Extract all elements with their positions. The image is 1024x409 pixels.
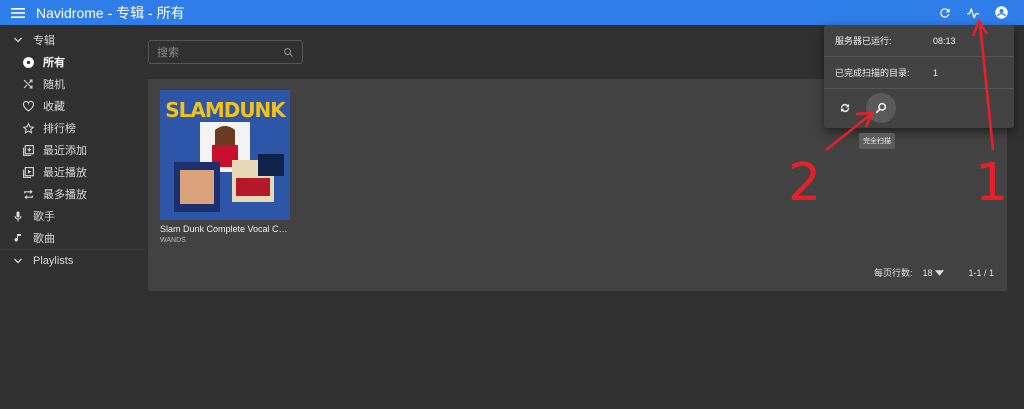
sidebar-section-label: 专辑 <box>33 35 55 47</box>
microphone-icon <box>10 208 26 224</box>
rows-per-page-select[interactable]: 18 <box>922 267 945 278</box>
rows-per-page-label: 每页行数: <box>873 268 913 278</box>
album-artist[interactable]: WANDS <box>160 237 290 244</box>
account-icon <box>994 6 1008 19</box>
activity-button[interactable] <box>964 4 982 22</box>
uptime-label: 服务器已运行: <box>835 36 892 46</box>
star-icon <box>20 120 36 136</box>
shuffle-icon <box>20 76 36 92</box>
album-cover[interactable]: SLAMDUNK <box>160 90 290 220</box>
rows-per-page-value: 18 <box>922 267 933 278</box>
pagination-range: 1-1 / 1 <box>968 267 994 278</box>
menu-button[interactable] <box>0 0 36 25</box>
sidebar-section-playlists[interactable]: Playlists <box>0 250 145 272</box>
sidebar-item-label: 最多播放 <box>43 189 87 201</box>
sidebar-item-recently-added[interactable]: 最近添加 <box>0 139 145 161</box>
magnify-scan-icon <box>875 102 887 114</box>
sidebar-section-label: Playlists <box>33 255 74 267</box>
video-library-icon <box>20 164 36 180</box>
sidebar-item-recently-played[interactable]: 最近播放 <box>0 161 145 183</box>
sidebar-item-label: 随机 <box>43 79 65 91</box>
sidebar-item-favourites[interactable]: 收藏 <box>0 95 145 117</box>
sidebar-item-top-rated[interactable]: 排行榜 <box>0 117 145 139</box>
music-note-icon <box>10 230 26 246</box>
dropdown-arrow-icon <box>935 269 945 276</box>
sidebar-item-most-played[interactable]: 最多播放 <box>0 183 145 205</box>
sidebar-item-label: 所有 <box>43 57 65 69</box>
chevron-down-icon <box>10 32 26 48</box>
sidebar-item-songs[interactable]: 歌曲 <box>0 227 145 249</box>
activity-panel: 服务器已运行: 08:13 已完成扫描的目录: 1 <box>824 25 1014 128</box>
album-title[interactable]: Slam Dunk Complete Vocal Col... <box>160 224 290 234</box>
scanned-folders-row: 已完成扫描的目录: 1 <box>824 57 1014 89</box>
library-add-icon <box>20 142 36 158</box>
refresh-button[interactable] <box>936 4 954 22</box>
app-bar: Navidrome - 专辑 - 所有 <box>0 0 1024 25</box>
search-icon <box>284 47 294 57</box>
sidebar-item-label: 歌曲 <box>33 233 55 245</box>
activity-icon <box>967 7 979 18</box>
uptime-value: 08:13 <box>933 35 956 46</box>
refresh-icon <box>940 7 950 18</box>
album-cover-title: SLAMDUNK <box>165 98 286 122</box>
scanned-label: 已完成扫描的目录: <box>835 68 910 78</box>
sidebar: 专辑 所有 随机 收藏 排行榜 最近添加 最近播放 最多播放 歌手 歌曲 Pla… <box>0 25 145 409</box>
sidebar-item-label: 收藏 <box>43 101 65 113</box>
scanned-value: 1 <box>933 67 939 78</box>
scan-actions <box>824 89 1014 127</box>
disc-icon <box>20 54 36 70</box>
repeat-icon <box>20 186 36 202</box>
search-input[interactable]: 搜索 <box>148 40 303 64</box>
menu-icon <box>11 7 25 18</box>
pagination: 每页行数: 18 1-1 / 1 <box>874 266 994 279</box>
full-scan-button[interactable] <box>866 93 896 123</box>
sidebar-item-artists[interactable]: 歌手 <box>0 205 145 227</box>
sidebar-item-label: 排行榜 <box>43 123 76 135</box>
quick-scan-button[interactable] <box>834 97 856 119</box>
sidebar-section-albums[interactable]: 专辑 <box>0 29 145 51</box>
search-placeholder: 搜索 <box>157 47 179 59</box>
account-button[interactable] <box>992 4 1010 22</box>
server-uptime-row: 服务器已运行: 08:13 <box>824 25 1014 57</box>
sidebar-item-label: 歌手 <box>33 211 55 223</box>
sidebar-item-random[interactable]: 随机 <box>0 73 145 95</box>
sync-icon <box>840 103 850 113</box>
sidebar-item-label: 最近播放 <box>43 167 87 179</box>
album-tile[interactable]: SLAMDUNK Slam Dunk Complete Vocal Col...… <box>160 90 290 244</box>
sidebar-item-all[interactable]: 所有 <box>0 51 145 73</box>
full-scan-tooltip: 完全扫描 <box>859 133 895 149</box>
chevron-down-icon <box>10 253 26 269</box>
heart-icon <box>20 98 36 114</box>
page-title: Navidrome - 专辑 - 所有 <box>36 4 185 21</box>
sidebar-item-label: 最近添加 <box>43 145 87 157</box>
